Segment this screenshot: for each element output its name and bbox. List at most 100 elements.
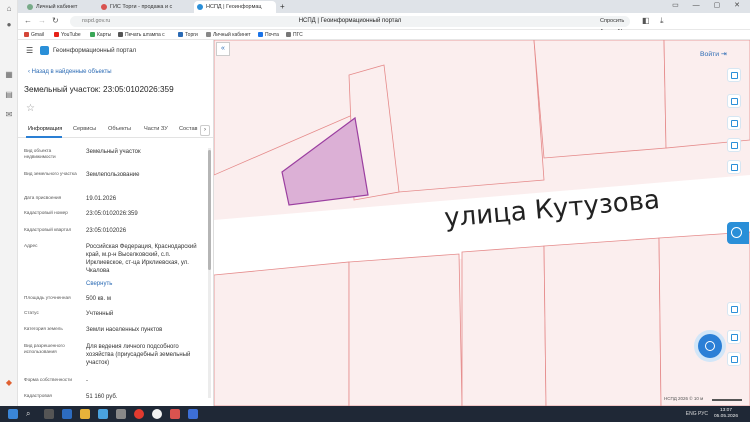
favorite-star-icon[interactable]: ☆ (26, 103, 35, 114)
print-button[interactable] (727, 160, 741, 174)
collapse-address-link[interactable]: Свернуть (86, 280, 206, 288)
start-icon[interactable] (8, 409, 18, 419)
field-value: Земли населенных пунктов (86, 327, 163, 333)
home-icon[interactable]: ⌂ (4, 4, 14, 14)
measure-button[interactable] (727, 116, 741, 130)
field-label: Вид земельного участка (24, 171, 77, 176)
login-button[interactable]: Войти ⇥ (700, 50, 727, 58)
zoom-in-button[interactable] (727, 330, 741, 344)
map-canvas[interactable]: улица Кутузова (214, 40, 750, 406)
portal-logo (40, 46, 49, 55)
object-info-panel: ☰ Геоинформационный портал ‹ Назад в най… (18, 40, 214, 406)
browser-tab[interactable]: Личный кабинет (24, 1, 92, 13)
forward-arrow-icon[interactable]: → (38, 16, 46, 25)
map-mode-button[interactable] (727, 302, 741, 316)
collapse-panel-button[interactable]: « (216, 42, 230, 56)
bell-icon[interactable]: ● (4, 20, 14, 30)
edge-icon[interactable] (62, 409, 72, 419)
field-value: Землепользование (86, 172, 140, 178)
app-icon[interactable] (116, 409, 126, 419)
download-icon[interactable]: ⤓ (660, 16, 664, 26)
parcel-northeast (533, 40, 667, 159)
zoom-out-button[interactable] (727, 352, 741, 366)
field-value: 51 160 руб. (86, 394, 118, 400)
tab-services[interactable]: Сервисы (73, 126, 96, 132)
bookmark-mail[interactable]: Почта (258, 30, 279, 40)
map-copyright: НСПД 2026 © 10 м (664, 396, 704, 401)
field-label: Адрес (24, 243, 38, 248)
mode-icon (731, 306, 738, 313)
clock-date: 05.05.2026 (713, 414, 738, 419)
bookmark-torgi[interactable]: Торги (178, 30, 198, 40)
tab-objects[interactable]: Объекты (108, 126, 131, 132)
bookmark-cabinet[interactable]: Личный кабинет (206, 30, 251, 40)
new-tab-button[interactable]: + (280, 1, 290, 13)
chat-bubble-icon (731, 227, 742, 238)
browser-tab-active[interactable]: НСПД | Геоинформац (194, 1, 276, 13)
map-view[interactable]: улица Кутузова « Войти ⇥ НСПД 2026 © 10 … (214, 40, 750, 406)
app-icon[interactable] (170, 409, 180, 419)
chrome-icon[interactable] (152, 409, 162, 419)
browser-side-panel: ⌂ ● ▦ ▤ ✉ ◆ (0, 0, 18, 406)
search-tool-button[interactable] (727, 68, 741, 82)
explorer-icon[interactable] (80, 409, 90, 419)
layers-icon (731, 98, 738, 105)
grid-icon[interactable]: ▤ (4, 90, 14, 100)
extensions-icon[interactable]: ◧ (642, 16, 650, 25)
field-label: Статус (24, 310, 39, 315)
field-value: 500 кв. м (86, 296, 111, 302)
mail-icon[interactable]: ✉ (4, 110, 14, 120)
field-value: - (86, 378, 88, 384)
field-value: 19.01.2026 (86, 196, 117, 202)
page-title: Земельный участок: 23:05:0102026:359 (24, 85, 174, 94)
os-taskbar: ⌕ ENG РУС 13:07 05.05.2026 (0, 406, 750, 422)
bookmark-stamp[interactable]: Печать штампа с (118, 30, 165, 40)
scale-bar (712, 399, 742, 401)
back-to-results-link[interactable]: ‹ Назад в найденные объекты (28, 69, 112, 75)
bookmark-gmail[interactable]: Gmail (24, 30, 44, 40)
tab-info[interactable]: Информация (28, 126, 62, 132)
export-button[interactable] (727, 138, 741, 152)
bookmark-youtube[interactable]: YouTube (54, 30, 81, 40)
reload-icon[interactable]: ↻ (52, 16, 59, 25)
search-icon (731, 72, 738, 79)
window-controls[interactable]: ▭ — ▢ ✕ (672, 1, 746, 12)
browser-tab[interactable]: ГИС Торги - продажа и с (98, 1, 188, 13)
url-field[interactable]: nspd.gov.ru НСПД | Геоинформационный пор… (70, 16, 630, 35)
tab-parts[interactable]: Части ЗУ (144, 126, 168, 132)
print-icon (731, 164, 738, 171)
plus-icon (731, 334, 738, 341)
tab-bar: Личный кабинет ГИС Торги - продажа и с Н… (18, 0, 750, 13)
shop-icon[interactable]: ◆ (4, 378, 14, 388)
system-tray[interactable]: ENG РУС (686, 411, 708, 417)
field-value: 23:05:0102026 (86, 228, 127, 234)
minus-icon (731, 356, 738, 363)
store-icon[interactable] (98, 409, 108, 419)
field-label: Площадь уточненная (24, 295, 71, 300)
support-chat-button[interactable] (698, 334, 722, 358)
parcel-south-2 (348, 253, 463, 406)
chat-icon (705, 341, 715, 351)
apps-icon[interactable]: ▦ (4, 70, 14, 80)
layers-button[interactable] (727, 94, 741, 108)
tab-composition[interactable]: Состав (179, 126, 198, 132)
task-view-icon[interactable] (44, 409, 54, 419)
word-icon[interactable] (188, 409, 198, 419)
panel-header: ☰ Геоинформационный портал (18, 40, 213, 62)
scrollbar-thumb[interactable] (208, 150, 211, 270)
clock[interactable]: 13:07 05.05.2026 (714, 408, 738, 420)
field-label: Кадастровый номер (24, 210, 68, 215)
parcel-south-3 (461, 245, 547, 406)
active-tab-indicator (26, 136, 62, 138)
back-arrow-icon[interactable]: ← (24, 16, 32, 25)
tab-favicon-icon (101, 4, 107, 10)
bookmark-pgs[interactable]: ПГС (286, 30, 303, 40)
yandex-browser-icon[interactable] (134, 409, 144, 419)
menu-icon[interactable]: ☰ (26, 46, 33, 55)
tabs-next-icon[interactable]: › (200, 125, 210, 136)
address-bar: ← → ↻ nspd.gov.ru НСПД | Геоинформационн… (18, 13, 750, 35)
field-label: Дата присвоения (24, 195, 62, 200)
bookmark-maps[interactable]: Карты (90, 30, 111, 40)
search-icon[interactable]: ⌕ (26, 409, 36, 419)
assistant-side-button[interactable] (727, 222, 749, 244)
